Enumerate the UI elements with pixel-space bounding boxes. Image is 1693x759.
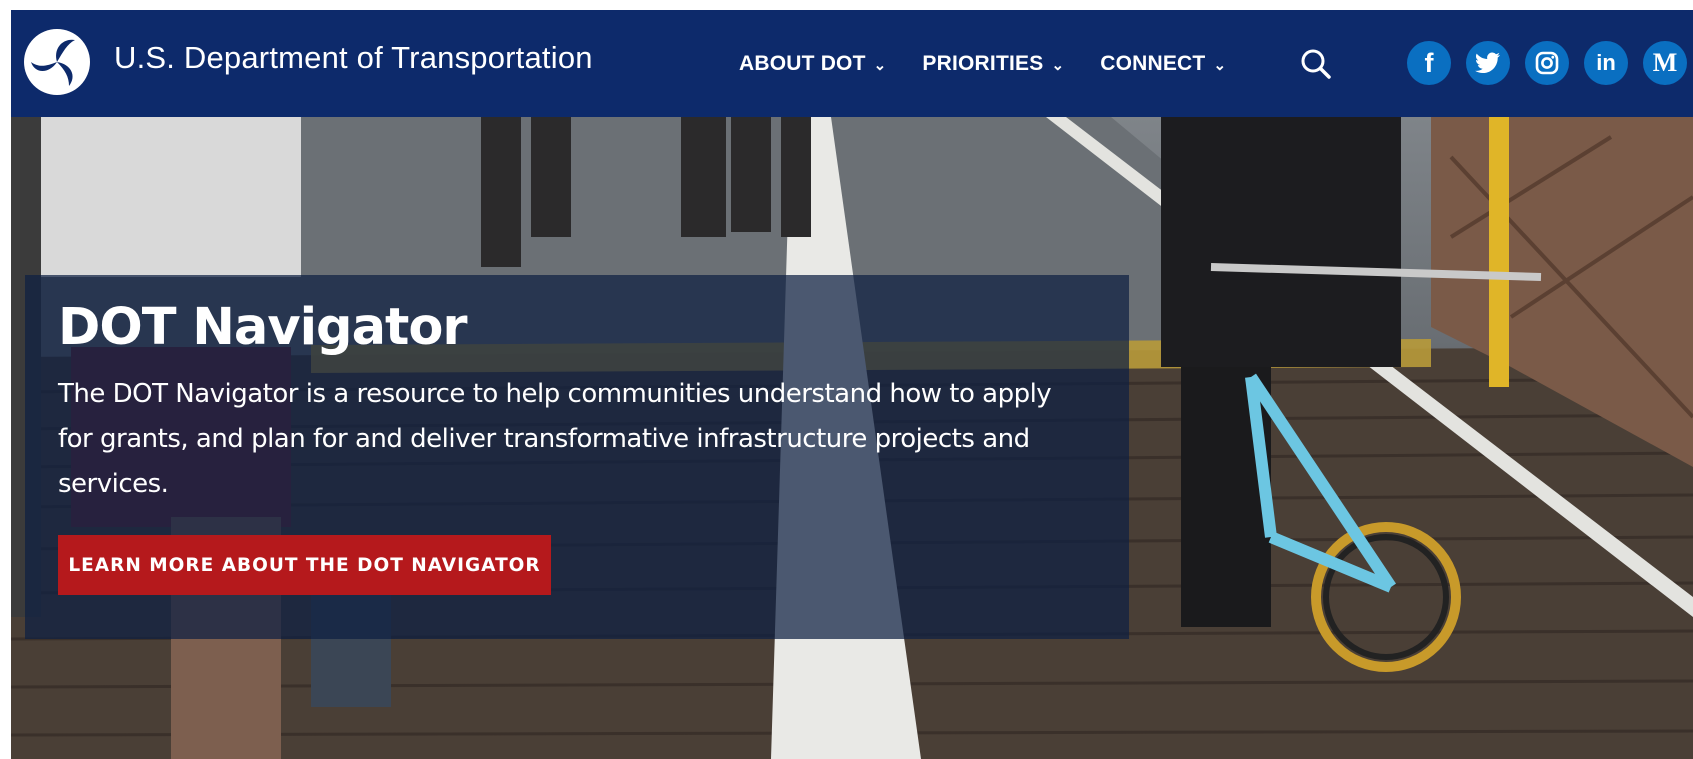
nav-connect-label: CONNECT <box>1100 51 1206 75</box>
nav-connect[interactable]: CONNECT ⌄ <box>1100 52 1226 76</box>
hero-banner: DOT Navigator The DOT Navigator is a res… <box>11 117 1693 759</box>
nav-priorities-label: PRIORITIES <box>922 51 1044 75</box>
medium-button[interactable]: M <box>1643 41 1687 85</box>
twitter-icon <box>1475 52 1500 74</box>
search-icon[interactable] <box>1296 44 1336 84</box>
instagram-button[interactable] <box>1525 41 1569 85</box>
chevron-down-icon: ⌄ <box>1051 56 1065 74</box>
chevron-down-icon: ⌄ <box>1213 56 1227 74</box>
chevron-down-icon: ⌄ <box>873 56 887 74</box>
main-nav: ABOUT DOT ⌄ PRIORITIES ⌄ CONNECT ⌄ <box>739 10 1262 117</box>
linkedin-icon: in <box>1596 50 1616 75</box>
instagram-icon <box>1535 51 1559 75</box>
site-header: U.S. Department of Transportation ABOUT … <box>11 10 1693 117</box>
site-title[interactable]: U.S. Department of Transportation <box>114 40 593 76</box>
page-frame: U.S. Department of Transportation ABOUT … <box>11 10 1693 759</box>
twitter-button[interactable] <box>1466 41 1510 85</box>
medium-icon: M <box>1652 48 1678 77</box>
hero-title: DOT Navigator <box>58 298 468 357</box>
hero-description: The DOT Navigator is a resource to help … <box>58 379 1052 499</box>
social-links: f in M <box>1407 41 1693 85</box>
facebook-icon: f <box>1424 47 1434 78</box>
nav-about-dot[interactable]: ABOUT DOT ⌄ <box>739 52 886 76</box>
facebook-button[interactable]: f <box>1407 41 1451 85</box>
nav-about-dot-label: ABOUT DOT <box>739 51 866 75</box>
dot-logo-icon[interactable] <box>23 28 91 96</box>
learn-more-button[interactable]: LEARN MORE ABOUT THE DOT NAVIGATOR <box>58 535 551 595</box>
linkedin-button[interactable]: in <box>1584 41 1628 85</box>
nav-priorities[interactable]: PRIORITIES ⌄ <box>922 52 1064 76</box>
